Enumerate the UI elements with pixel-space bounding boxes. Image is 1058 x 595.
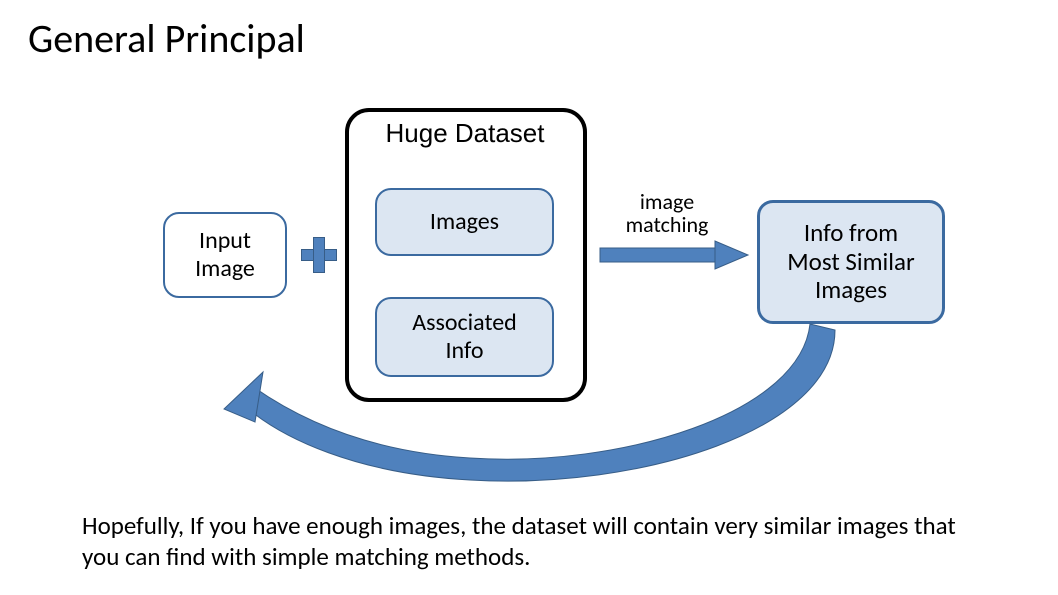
input-image-box: InputImage — [163, 212, 287, 298]
huge-dataset-title: Huge Dataset — [360, 118, 570, 149]
image-matching-label: imagematching — [612, 190, 722, 236]
images-box: Images — [375, 188, 554, 256]
info-from-similar-box: Info fromMost SimilarImages — [757, 200, 945, 324]
plus-icon — [301, 237, 335, 271]
associated-info-label: AssociatedInfo — [412, 309, 517, 364]
images-label: Images — [430, 208, 499, 236]
matching-arrow-icon — [600, 241, 748, 269]
input-image-label: InputImage — [195, 227, 255, 282]
footer-text: Hopefully, If you have enough images, th… — [82, 510, 982, 573]
slide-title: General Principal — [28, 14, 305, 63]
associated-info-box: AssociatedInfo — [375, 297, 554, 377]
info-from-similar-label: Info fromMost SimilarImages — [787, 219, 914, 305]
